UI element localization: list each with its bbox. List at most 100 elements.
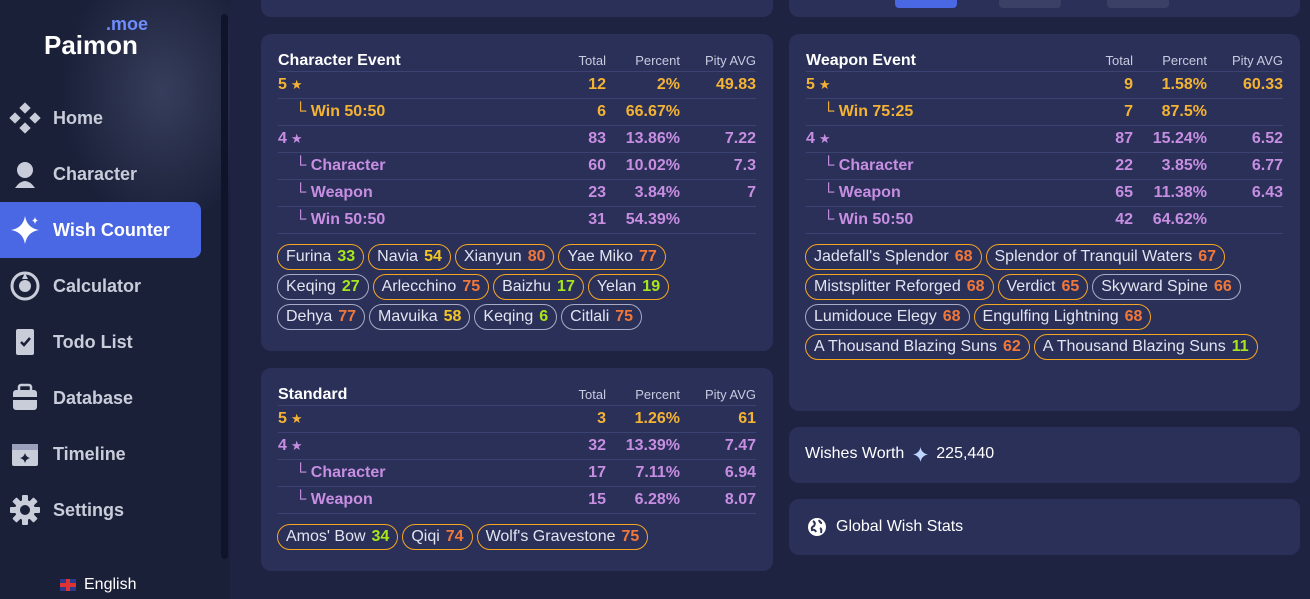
pull-chip[interactable]: Yae Miko 77 <box>558 244 666 270</box>
row-total: 17 <box>588 464 606 481</box>
row-label: 4 ★ <box>278 437 303 455</box>
header-pity-avg: Pity AVG <box>1231 53 1283 68</box>
row-label: └ Win 50:50 <box>295 211 385 229</box>
chip-name: Yelan <box>596 278 637 295</box>
standard-card: Standard Total Percent Pity AVG 5 ★ 3 1.26% 61 4 ★… <box>261 368 773 571</box>
row-label: └ Character <box>295 157 385 175</box>
chip-name: Navia <box>377 248 419 265</box>
row-label-text: └ Weapon <box>295 184 373 201</box>
row-total: 32 <box>588 437 606 454</box>
pull-chip[interactable]: Mavuika 58 <box>369 304 471 330</box>
global-wish-stats-row[interactable]: Global Wish Stats <box>807 517 963 537</box>
pull-chip[interactable]: Amos' Bow 34 <box>277 524 399 550</box>
row-pity-avg: 7.22 <box>724 130 756 147</box>
nav-label-settings: Settings <box>53 499 125 520</box>
row-label: 5 ★ <box>278 76 303 94</box>
nav-item-wish-counter[interactable]: Wish Counter <box>0 202 201 258</box>
row-label: └ Character <box>823 157 913 175</box>
pull-chip[interactable]: Qiqi 74 <box>402 524 473 550</box>
table-header-row: Weapon Event Total Percent Pity AVG <box>806 50 1283 72</box>
pull-chip[interactable]: Navia 54 <box>368 244 451 270</box>
row-label: └ Win 50:50 <box>823 211 913 229</box>
nav-item-timeline[interactable]: Timeline <box>0 426 201 482</box>
row-label: └ Weapon <box>823 184 901 202</box>
chip-pity: 75 <box>621 528 640 545</box>
row-pity-avg: 8.07 <box>724 491 756 508</box>
chip-pity: 54 <box>424 248 442 265</box>
chip-name: Dehya <box>286 308 333 325</box>
star-icon: ★ <box>290 438 303 453</box>
row-percent: 15.24% <box>1152 130 1207 147</box>
chip-name: Xianyun <box>463 248 522 265</box>
nav-item-character[interactable]: Character <box>0 146 201 202</box>
pull-chip[interactable]: Splendor of Tranquil Waters 67 <box>985 244 1226 270</box>
row-percent: 7.11% <box>635 464 680 481</box>
table-row: └ Win 50:50 31 54.39% <box>278 207 756 234</box>
sidebar-scrollbar[interactable] <box>221 14 228 559</box>
pull-chip[interactable]: Baizhu 17 <box>493 274 584 300</box>
pull-chip[interactable]: Furina 33 <box>277 244 365 270</box>
top-button-1[interactable] <box>895 0 957 8</box>
global-wish-stats-card[interactable]: Global Wish Stats <box>789 499 1300 555</box>
row-total: 60 <box>588 157 606 174</box>
row-label: 5 ★ <box>278 410 303 428</box>
globe-icon <box>807 517 827 537</box>
nav-item-home[interactable]: Home <box>0 90 201 146</box>
top-button-3[interactable] <box>1107 0 1169 8</box>
row-total: 65 <box>1115 184 1133 201</box>
card-top-right <box>789 0 1300 17</box>
nav-item-database[interactable]: Database <box>0 370 201 426</box>
pull-chip[interactable]: Engulfing Lightning 68 <box>973 304 1152 330</box>
row-total: 15 <box>588 491 606 508</box>
pull-chip[interactable]: Arlecchino 75 <box>372 274 490 300</box>
row-label: └ Win 50:50 <box>295 103 385 121</box>
header-pity-avg: Pity AVG <box>704 387 756 402</box>
pull-chip[interactable]: Keqing 6 <box>474 304 558 330</box>
pull-chip[interactable]: Skyward Spine 66 <box>1092 274 1241 300</box>
chip-name: Amos' Bow <box>286 528 366 545</box>
nav-item-calculator[interactable]: Calculator <box>0 258 201 314</box>
table-row: └ Weapon 65 11.38% 6.43 <box>806 180 1283 207</box>
row-total: 9 <box>1124 76 1133 93</box>
chip-pity: 77 <box>338 308 357 325</box>
row-total: 42 <box>1115 211 1133 228</box>
row-percent: 13.39% <box>625 437 680 454</box>
pull-chip[interactable]: Xianyun 80 <box>454 244 555 270</box>
pull-chip[interactable]: A Thousand Blazing Suns 11 <box>1033 334 1258 360</box>
row-label: └ Weapon <box>295 184 373 202</box>
chip-name: Keqing <box>286 278 336 295</box>
nav-item-todo-list[interactable]: Todo List <box>0 314 201 370</box>
table-header-row: Standard Total Percent Pity AVG <box>278 384 756 406</box>
gear-icon <box>8 493 42 527</box>
home-icon <box>8 101 42 135</box>
pull-chip[interactable]: Dehya 77 <box>277 304 366 330</box>
pull-chip[interactable]: Yelan 19 <box>587 274 670 300</box>
pull-chip[interactable]: Wolf's Gravestone 75 <box>476 524 649 550</box>
pull-chip[interactable]: A Thousand Blazing Suns 62 <box>805 334 1030 360</box>
row-label-text: └ Win 75:25 <box>823 103 914 120</box>
star-icon: ★ <box>290 131 303 146</box>
row-pity-avg: 49.83 <box>715 76 756 93</box>
character-event-chips: Furina 33 Navia 54 Xianyun 80 Yae Miko 77 Keqing… <box>277 244 757 330</box>
nav-item-settings[interactable]: Settings <box>0 482 201 538</box>
pull-chip[interactable]: Verdict 65 <box>997 274 1089 300</box>
chip-pity: 74 <box>445 528 464 545</box>
chip-name: Skyward Spine <box>1101 278 1208 295</box>
pull-chip[interactable]: Lumidouce Elegy 68 <box>805 304 970 330</box>
table-row: └ Win 50:50 6 66.67% <box>278 99 756 126</box>
pull-chip[interactable]: Citlali 75 <box>561 304 643 330</box>
language-selector[interactable]: English <box>60 576 136 594</box>
table-row: └ Character 17 7.11% 6.94 <box>278 460 756 487</box>
top-button-2[interactable] <box>999 0 1061 8</box>
row-label-text: └ Character <box>823 157 914 174</box>
pull-chip[interactable]: Keqing 27 <box>277 274 369 300</box>
row-total: 83 <box>588 130 606 147</box>
pull-chip[interactable]: Mistsplitter Reforged 68 <box>805 274 994 300</box>
chip-name: Baizhu <box>502 278 552 295</box>
table-row: └ Win 50:50 42 64.62% <box>806 207 1283 234</box>
row-label: 4 ★ <box>806 130 831 148</box>
chip-pity: 11 <box>1231 338 1249 355</box>
row-label: └ Character <box>295 464 385 482</box>
pull-chip[interactable]: Jadefall's Splendor 68 <box>805 244 982 270</box>
row-label: └ Win 75:25 <box>823 103 913 121</box>
